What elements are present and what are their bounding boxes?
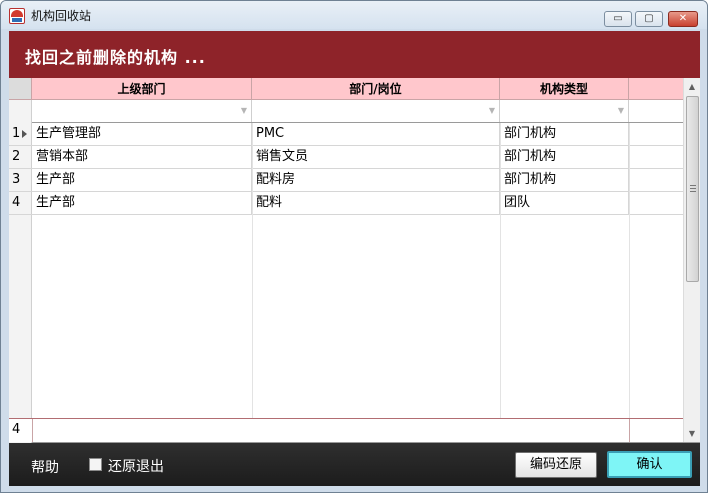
grid-footer-row: 4 [9, 418, 683, 442]
cell-parent-dept[interactable]: 生产部 [32, 169, 252, 192]
app-window: 机构回收站 ▭ ▢ ✕ 找回之前删除的机构 ... 上级部门 部门/岗位 机构类… [0, 0, 708, 493]
footer-divider [629, 419, 630, 442]
vertical-scrollbar[interactable]: ▲ ▼ [683, 78, 700, 442]
cell-org-type[interactable]: 部门机构 [500, 123, 629, 146]
column-header-org-type[interactable]: 机构类型 [500, 78, 629, 100]
minimize-button[interactable]: ▭ [604, 11, 632, 27]
scroll-down-icon[interactable]: ▼ [684, 425, 700, 442]
cell-parent-dept[interactable]: 生产管理部 [32, 123, 252, 146]
row-number: 2 [12, 149, 21, 164]
table-row[interactable]: 2 营销本部 销售文员 部门机构 [9, 146, 683, 169]
cell-org-type[interactable]: 团队 [500, 192, 629, 215]
window-title: 机构回收站 [31, 9, 92, 23]
column-divider [500, 123, 501, 418]
cell-parent-dept[interactable]: 营销本部 [32, 146, 252, 169]
cell-dept-position[interactable]: PMC [252, 123, 500, 146]
recycle-grid[interactable]: 上级部门 部门/岗位 机构类型 ▼ ▼ ▼ 1 生产管理部 PMC 部门机构 2… [9, 78, 700, 443]
restore-exit-checkbox[interactable] [89, 458, 102, 471]
app-logo-icon [9, 8, 25, 24]
title-bar: 机构回收站 ▭ ▢ ✕ [1, 1, 707, 29]
banner-title: 找回之前删除的机构 ... [25, 48, 206, 67]
confirm-button[interactable]: 确认 [607, 451, 692, 478]
table-row[interactable]: 4 生产部 配料 团队 [9, 192, 683, 215]
code-restore-button[interactable]: 编码还原 [515, 452, 597, 478]
bottom-toolbar: 帮助 还原退出 编码还原 确认 [9, 443, 700, 486]
footer-divider [32, 419, 33, 442]
column-header-dept-position[interactable]: 部门/岗位 [252, 78, 500, 100]
table-row[interactable]: 1 生产管理部 PMC 部门机构 [9, 123, 683, 146]
filter-dropdown-icon[interactable]: ▼ [486, 104, 498, 118]
filter-parent-dept[interactable]: ▼ [32, 100, 252, 122]
restore-exit-label[interactable]: 还原退出 [108, 456, 164, 476]
filter-dropdown-icon[interactable]: ▼ [238, 104, 250, 118]
filter-dept-position[interactable]: ▼ [252, 100, 500, 122]
cell-parent-dept[interactable]: 生产部 [32, 192, 252, 215]
header-corner [9, 78, 32, 100]
column-divider [252, 123, 253, 418]
table-row[interactable]: 3 生产部 配料房 部门机构 [9, 169, 683, 192]
help-link[interactable]: 帮助 [31, 457, 59, 477]
filter-dropdown-icon[interactable]: ▼ [615, 104, 627, 118]
scrollbar-thumb[interactable] [686, 96, 699, 282]
scroll-up-icon[interactable]: ▲ [684, 78, 700, 95]
content-area: 找回之前删除的机构 ... 上级部门 部门/岗位 机构类型 ▼ ▼ ▼ 1 生产… [9, 31, 700, 486]
row-number: 1 [12, 126, 21, 141]
cell-dept-position[interactable]: 配料 [252, 192, 500, 215]
row-pointer-icon [22, 130, 27, 138]
close-button[interactable]: ✕ [668, 11, 698, 27]
cell-dept-position[interactable]: 配料房 [252, 169, 500, 192]
filter-org-type[interactable]: ▼ [500, 100, 629, 122]
row-number: 4 [12, 195, 21, 210]
scroll-grip-icon [690, 185, 696, 192]
maximize-button[interactable]: ▢ [635, 11, 663, 27]
cell-dept-position[interactable]: 销售文员 [252, 146, 500, 169]
column-divider [629, 123, 630, 418]
filter-row: ▼ ▼ ▼ [32, 100, 683, 123]
row-number: 3 [12, 172, 21, 187]
header-banner: 找回之前删除的机构 ... [9, 31, 700, 78]
column-header-parent-dept[interactable]: 上级部门 [32, 78, 252, 100]
grid-header-row: 上级部门 部门/岗位 机构类型 [9, 78, 683, 100]
cell-org-type[interactable]: 部门机构 [500, 146, 629, 169]
record-count: 4 [12, 422, 21, 437]
cell-org-type[interactable]: 部门机构 [500, 169, 629, 192]
